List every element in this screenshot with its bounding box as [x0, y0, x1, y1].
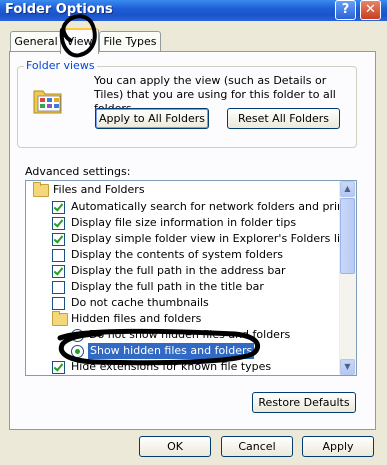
option-simple-folder-view[interactable]: Display simple folder view in Explorer's…	[26, 231, 350, 247]
checkbox-unchecked[interactable]	[52, 281, 65, 294]
option-label: Do not show hidden files and folders	[89, 328, 291, 341]
option-full-path-title-bar[interactable]: Display the full path in the title bar	[26, 279, 339, 295]
window-title: Folder Options	[5, 2, 113, 17]
checkbox-checked[interactable]	[52, 361, 65, 374]
cancel-button[interactable]: Cancel	[221, 436, 293, 457]
folder-views-icon	[33, 90, 62, 114]
advanced-settings-label: Advanced settings:	[25, 165, 131, 178]
tree-node-files-and-folders[interactable]: Files and Folders	[26, 182, 339, 198]
tab-general[interactable]: General	[10, 31, 62, 52]
tab-view[interactable]: View	[60, 28, 99, 54]
apply-to-all-folders-button[interactable]: Apply to All Folders	[95, 108, 209, 129]
option-label: Display the full path in the title bar	[71, 280, 264, 293]
folder-options-window: Folder Options ? ✕ General View File Typ…	[0, 0, 387, 465]
option-label: Display the full path in the address bar	[71, 264, 286, 277]
tree-node-hidden-files[interactable]: Hidden files and folders	[26, 311, 339, 327]
tab-file-types[interactable]: File Types	[99, 31, 161, 52]
option-label: Display the contents of system folders	[71, 248, 283, 261]
title-bar[interactable]: Folder Options ? ✕	[0, 0, 387, 21]
radio-selected[interactable]	[71, 345, 84, 358]
scroll-down-arrow-icon[interactable]: ▼	[340, 359, 355, 375]
tree-item-label: Hidden files and folders	[71, 312, 202, 325]
checkbox-checked[interactable]	[52, 201, 65, 214]
option-full-path-address-bar[interactable]: Display the full path in the address bar	[26, 263, 339, 279]
checkbox-unchecked[interactable]	[52, 249, 65, 262]
close-button[interactable]: ✕	[360, 0, 381, 20]
ok-button[interactable]: OK	[139, 436, 211, 457]
checkbox-unchecked[interactable]	[52, 297, 65, 310]
checkbox-checked[interactable]	[52, 265, 65, 278]
radio-unselected[interactable]	[71, 329, 84, 342]
option-show-hidden[interactable]: Show hidden files and folders	[26, 343, 339, 359]
option-label: Display file size information in folder …	[71, 216, 297, 229]
option-system-folders-contents[interactable]: Display the contents of system folders	[26, 247, 339, 263]
scroll-thumb[interactable]	[340, 198, 355, 274]
option-label: Show hidden files and folders	[88, 343, 255, 359]
tree-scrollbar[interactable]: ▲ ▼	[339, 181, 356, 375]
option-file-size-tips[interactable]: Display file size information in folder …	[26, 215, 339, 231]
option-label: Do not cache thumbnails	[71, 296, 209, 309]
option-label: Display simple folder view in Explorer's…	[71, 232, 351, 245]
folder-views-legend: Folder views	[24, 59, 97, 72]
scroll-up-arrow-icon[interactable]: ▲	[340, 181, 355, 197]
advanced-settings-tree[interactable]: Files and Folders Automatically search f…	[25, 180, 357, 376]
option-no-cache-thumbnails[interactable]: Do not cache thumbnails	[26, 295, 339, 311]
reset-all-folders-button[interactable]: Reset All Folders	[227, 108, 340, 129]
checkbox-checked[interactable]	[52, 217, 65, 230]
apply-button[interactable]: Apply	[302, 436, 374, 457]
tree-item-label: Files and Folders	[53, 183, 145, 196]
restore-defaults-button[interactable]: Restore Defaults	[252, 392, 356, 413]
option-hide-extensions[interactable]: Hide extensions for known file types	[26, 359, 339, 375]
checkbox-checked[interactable]	[52, 233, 65, 246]
option-label: Automatically search for network folders…	[71, 200, 357, 213]
folder-icon	[52, 311, 68, 326]
option-auto-search-network[interactable]: Automatically search for network folders…	[26, 199, 356, 215]
folder-views-group: Folder views You can apply the view (suc…	[17, 59, 357, 148]
folder-icon	[33, 182, 49, 197]
help-button[interactable]: ?	[335, 0, 356, 20]
option-do-not-show-hidden[interactable]: Do not show hidden files and folders	[26, 327, 339, 343]
option-label: Hide extensions for known file types	[71, 360, 272, 373]
